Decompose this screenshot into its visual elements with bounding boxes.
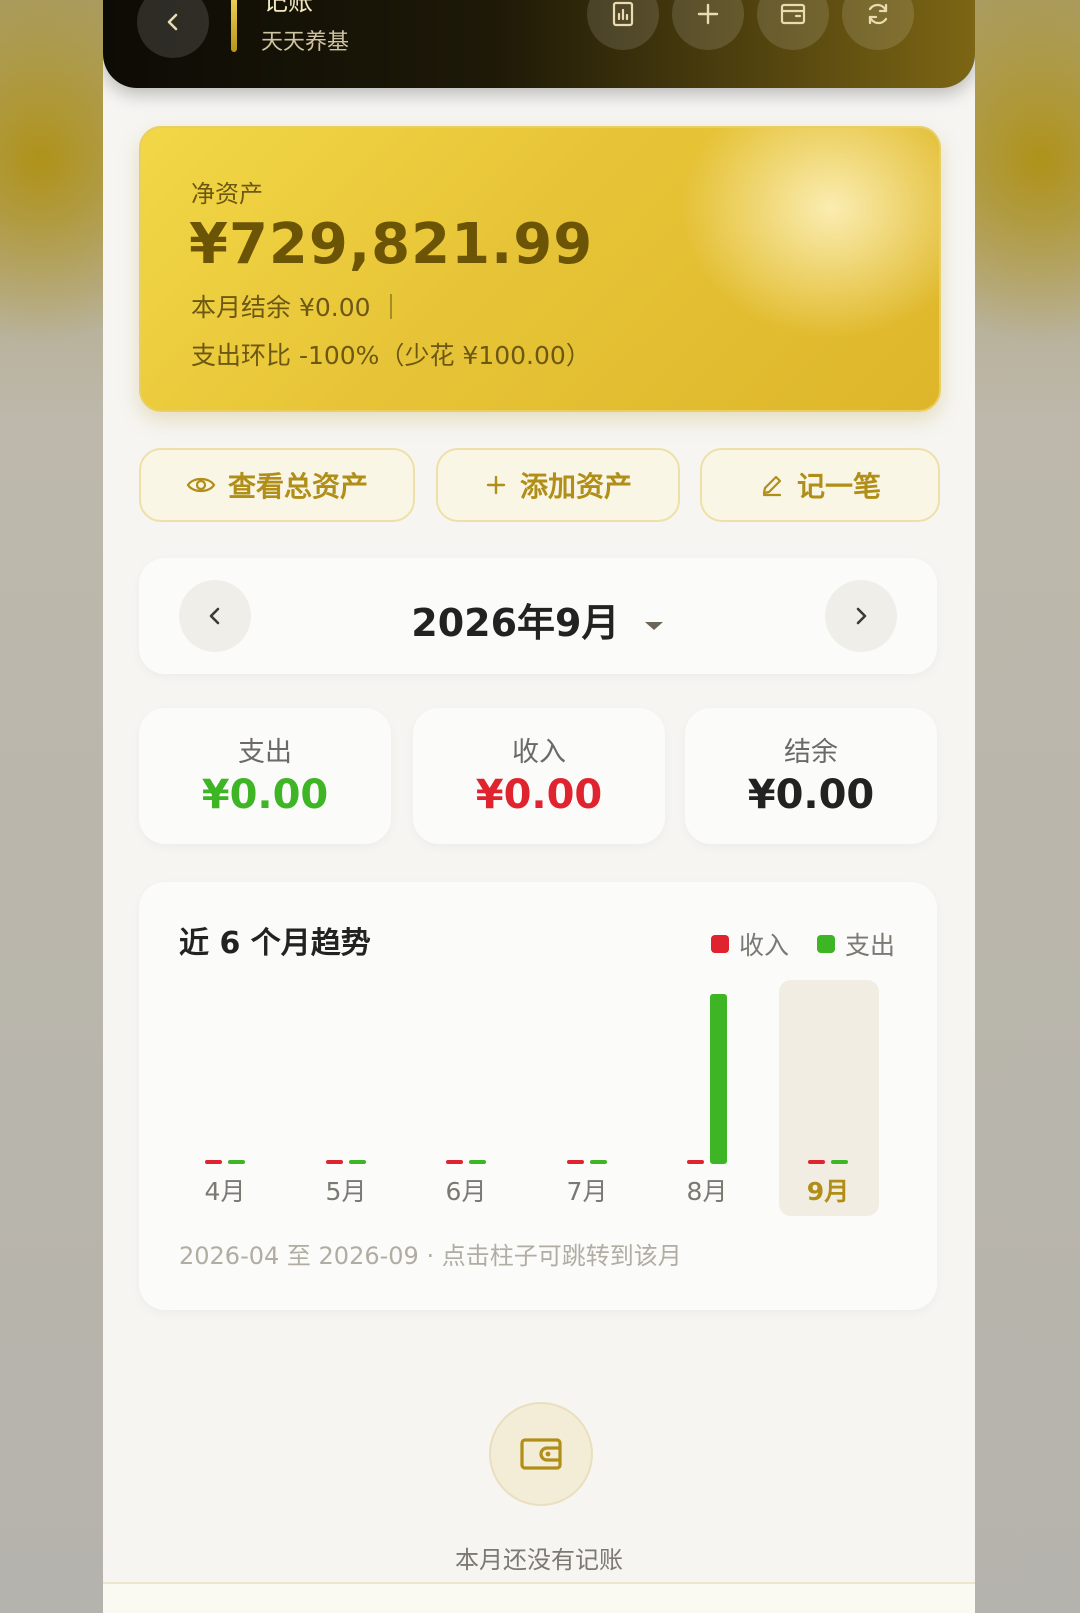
expense-bar[interactable]: [590, 1160, 607, 1164]
month-tick-label[interactable]: 9月: [788, 1172, 868, 1208]
top-bar: 记账 天天养基: [103, 0, 975, 88]
wallet-icon: [520, 1438, 562, 1470]
title-accent: [231, 0, 237, 52]
chevron-left-icon: [167, 13, 178, 31]
expense-stat-value: ¥0.00: [201, 772, 329, 818]
add-button[interactable]: [672, 0, 744, 50]
income-bar[interactable]: [687, 1160, 704, 1164]
legend-income-label: 收入: [739, 931, 790, 960]
expense-bar[interactable]: [710, 994, 727, 1164]
current-month: 2026年9月: [411, 601, 620, 645]
expense-compare-text: 支出环比 -100%（少花 ¥100.00）: [191, 341, 591, 370]
income-bar[interactable]: [567, 1160, 584, 1164]
expense-bar[interactable]: [831, 1160, 848, 1164]
chevron-right-icon: [856, 607, 867, 625]
wallet-icon: [780, 3, 806, 25]
caret-down-icon: [644, 621, 663, 630]
bottom-bar: [103, 1582, 975, 1613]
report-icon: [612, 1, 634, 27]
page-subtitle: 天天养基: [261, 30, 350, 55]
income-bar[interactable]: [326, 1160, 343, 1164]
net-assets-value: ¥729,821.99: [189, 212, 594, 277]
expense-bar[interactable]: [469, 1160, 486, 1164]
trend-footnote: 2026-04 至 2026-09 · 点击柱子可跳转到该月: [179, 1242, 682, 1270]
record-label: 记一笔: [796, 470, 881, 503]
month-tick-label[interactable]: 7月: [547, 1172, 627, 1208]
next-month-button[interactable]: [825, 580, 897, 652]
app-screen: 记账 天天养基 净资产 ¥729,821.99 本月结余 ¥0.00 ｜ 支出环…: [103, 0, 975, 1613]
wallet-button[interactable]: [757, 0, 829, 50]
pencil-icon: [762, 475, 782, 497]
expense-stat-label: 支出: [238, 737, 292, 768]
income-bar[interactable]: [808, 1160, 825, 1164]
month-tick-label[interactable]: 6月: [426, 1172, 506, 1208]
legend-income-swatch: [711, 935, 729, 953]
back-button[interactable]: [137, 0, 209, 58]
legend-expense-swatch: [817, 935, 835, 953]
legend-income: 收入: [711, 926, 789, 962]
month-tick-label[interactable]: 5月: [306, 1172, 386, 1208]
expense-bar[interactable]: [349, 1160, 366, 1164]
page-title: 记账: [263, 0, 314, 16]
expense-bar[interactable]: [228, 1160, 245, 1164]
balance-stat-label: 结余: [784, 737, 838, 768]
month-selector: 2026年9月: [139, 558, 937, 674]
month-balance-text: 本月结余 ¥0.00 ｜: [191, 293, 404, 322]
balance-stat-card: 结余 ¥0.00: [685, 708, 937, 844]
report-button[interactable]: [587, 0, 659, 50]
net-assets-label: 净资产: [191, 180, 263, 208]
net-assets-card[interactable]: 净资产 ¥729,821.99 本月结余 ¥0.00 ｜ 支出环比 -100%（…: [139, 126, 941, 412]
income-stat-card: 收入 ¥0.00: [413, 708, 665, 844]
plus-icon: [697, 3, 719, 25]
expense-stat-card: 支出 ¥0.00: [139, 708, 391, 844]
view-total-assets-button[interactable]: 查看总资产: [139, 448, 415, 522]
income-stat-label: 收入: [512, 737, 566, 768]
eye-icon: [186, 477, 216, 493]
record-button[interactable]: 记一笔: [700, 448, 940, 522]
month-tick-label[interactable]: 8月: [667, 1172, 747, 1208]
income-bar[interactable]: [205, 1160, 222, 1164]
month-tick-label[interactable]: 4月: [185, 1172, 265, 1208]
add-asset-button[interactable]: 添加资产: [436, 448, 680, 522]
income-stat-value: ¥0.00: [475, 772, 603, 818]
balance-stat-value: ¥0.00: [747, 772, 875, 818]
add-asset-label: 添加资产: [519, 470, 632, 503]
legend-expense: 支出: [817, 926, 895, 962]
empty-state-icon: [489, 1402, 593, 1506]
trend-title: 近 6 个月趋势: [179, 926, 371, 961]
empty-state-text: 本月还没有记账: [455, 1546, 623, 1574]
legend-expense-label: 支出: [845, 931, 896, 960]
refresh-button[interactable]: [842, 0, 914, 50]
view-total-assets-label: 查看总资产: [227, 470, 368, 503]
trend-card: 近 6 个月趋势 收入 支出 2026-04 至 2026-09 · 点击柱子可…: [139, 882, 937, 1310]
refresh-icon: [868, 3, 888, 25]
income-bar[interactable]: [446, 1160, 463, 1164]
month-dropdown[interactable]: 2026年9月: [139, 592, 937, 647]
plus-icon: [486, 475, 506, 495]
